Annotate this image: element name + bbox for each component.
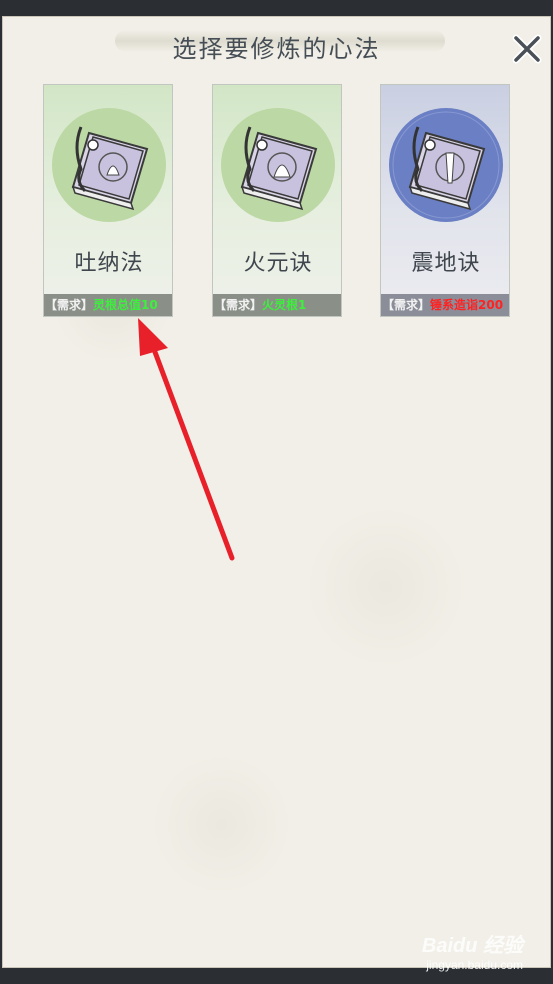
requirement-tag: 【需求】 [45,298,94,312]
manual-requirement: 【需求】火灵根1 [213,294,341,316]
manual-requirement: 【需求】锤系造诣200 [381,294,509,316]
requirement-value: 锤系造诣200 [430,298,504,312]
watermark-url: jingyan.baidu.com [426,958,523,972]
requirement-value: 灵根总值10 [93,298,158,312]
watermark-logo: Baidu 经验 [421,935,523,957]
requirement-value: 火灵根1 [262,298,307,312]
manual-name: 震地诀 [411,251,481,276]
manual-book-icon [389,108,503,222]
manual-card-huoyuan[interactable]: 火元诀 【需求】火灵根1 [212,84,342,317]
manual-card-zhendi[interactable]: 震地诀 【需求】锤系造诣200 [380,84,510,317]
manual-requirement: 【需求】灵根总值10 [44,294,172,316]
manual-book-icon [221,108,335,222]
dialog-title: 选择要修炼的心法 [172,35,381,63]
manual-book-icon [52,108,166,222]
close-icon[interactable] [512,34,542,64]
requirement-tag: 【需求】 [214,298,263,312]
manual-name: 吐纳法 [74,251,144,276]
requirement-tag: 【需求】 [382,298,431,312]
manual-card-tuna[interactable]: 吐纳法 【需求】灵根总值10 [43,84,173,317]
baidu-watermark: Baidu 经验 jingyan.baidu.com [422,929,523,972]
manual-name: 火元诀 [243,251,313,276]
